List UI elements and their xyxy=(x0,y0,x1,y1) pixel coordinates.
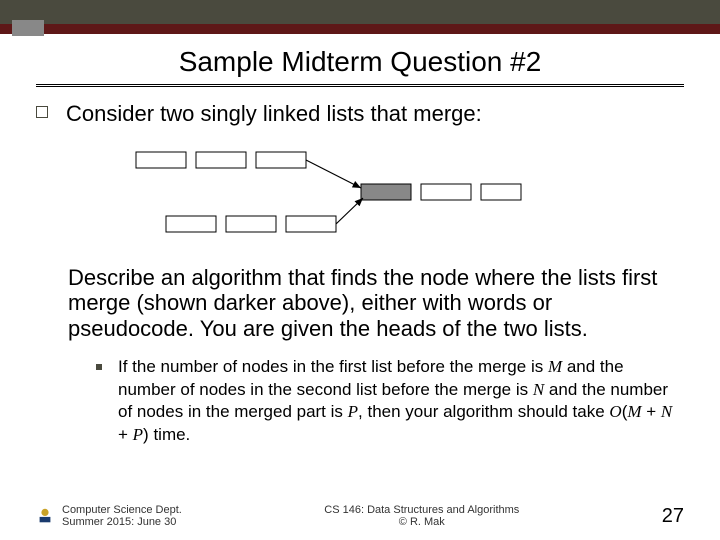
t: If the number of nodes in the first list… xyxy=(118,357,548,376)
footer-dept-block: Computer Science Dept. Summer 2015: June… xyxy=(62,504,182,528)
sub-bullet-item: If the number of nodes in the first list… xyxy=(96,356,684,446)
title-rule xyxy=(36,84,684,87)
big-o: O xyxy=(609,402,621,421)
sjsu-logo-icon xyxy=(36,507,54,525)
linked-list-diagram xyxy=(96,144,526,244)
footer-left: Computer Science Dept. Summer 2015: June… xyxy=(36,504,182,528)
var-m: M xyxy=(627,402,641,421)
var-n: N xyxy=(533,380,544,399)
describe-text: Describe an algorithm that finds the nod… xyxy=(68,265,684,343)
intro-text: Consider two singly linked lists that me… xyxy=(66,100,482,128)
t: time. xyxy=(149,425,191,444)
complexity-text: If the number of nodes in the first list… xyxy=(118,356,684,446)
var-m: M xyxy=(548,357,562,376)
t: + xyxy=(118,425,133,444)
footer: Computer Science Dept. Summer 2015: June… xyxy=(36,504,684,528)
solid-square-bullet-icon xyxy=(96,364,102,370)
header-bar-dark xyxy=(0,0,720,24)
bullet-item: Consider two singly linked lists that me… xyxy=(36,100,684,128)
footer-dept: Computer Science Dept. xyxy=(62,504,182,516)
var-p: P xyxy=(133,425,143,444)
header-bar-maroon xyxy=(0,24,720,34)
t: + xyxy=(642,402,661,421)
var-n: N xyxy=(661,402,672,421)
slide-content: Consider two singly linked lists that me… xyxy=(36,100,684,446)
corner-accent xyxy=(12,20,44,36)
footer-date: Summer 2015: June 30 xyxy=(62,516,182,528)
hollow-square-bullet-icon xyxy=(36,106,48,118)
page-number: 27 xyxy=(662,505,684,528)
slide-title: Sample Midterm Question #2 xyxy=(0,46,720,78)
t: , then your algorithm should take xyxy=(358,402,609,421)
var-p: P xyxy=(348,402,358,421)
footer-author: © R. Mak xyxy=(182,516,662,528)
footer-course: CS 146: Data Structures and Algorithms xyxy=(182,504,662,516)
footer-center: CS 146: Data Structures and Algorithms ©… xyxy=(182,504,662,528)
